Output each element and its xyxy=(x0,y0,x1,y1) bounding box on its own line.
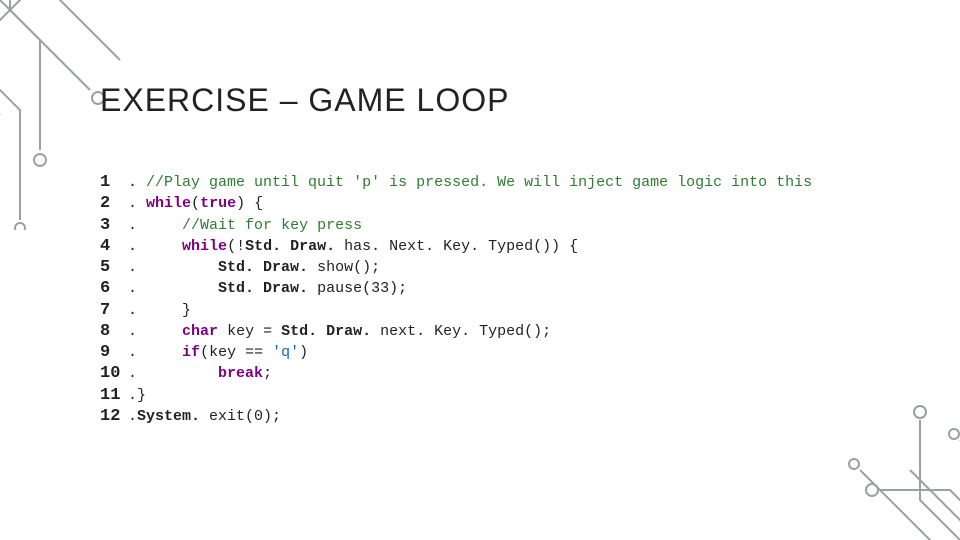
code-line-4: 4. while(!Std. Draw. has. Next. Key. Typ… xyxy=(100,236,920,257)
code-line-2: 2. while(true) { xyxy=(100,193,920,214)
code-line-7: 7. } xyxy=(100,300,920,321)
code-line-5: 5. Std. Draw. show(); xyxy=(100,257,920,278)
code-line-10: 10. break; xyxy=(100,363,920,384)
code-block: 1. //Play game until quit 'p' is pressed… xyxy=(100,172,920,427)
code-line-1: 1. //Play game until quit 'p' is pressed… xyxy=(100,172,920,193)
slide-title: EXERCISE – GAME LOOP xyxy=(100,82,509,119)
code-line-12: 12.System. exit(0); xyxy=(100,406,920,427)
slide: EXERCISE – GAME LOOP 1. //Play game unti… xyxy=(0,0,960,540)
code-line-3: 3. //Wait for key press xyxy=(100,215,920,236)
code-line-9: 9. if(key == 'q') xyxy=(100,342,920,363)
code-line-6: 6. Std. Draw. pause(33); xyxy=(100,278,920,299)
code-line-11: 11.} xyxy=(100,385,920,406)
code-line-8: 8. char key = Std. Draw. next. Key. Type… xyxy=(100,321,920,342)
